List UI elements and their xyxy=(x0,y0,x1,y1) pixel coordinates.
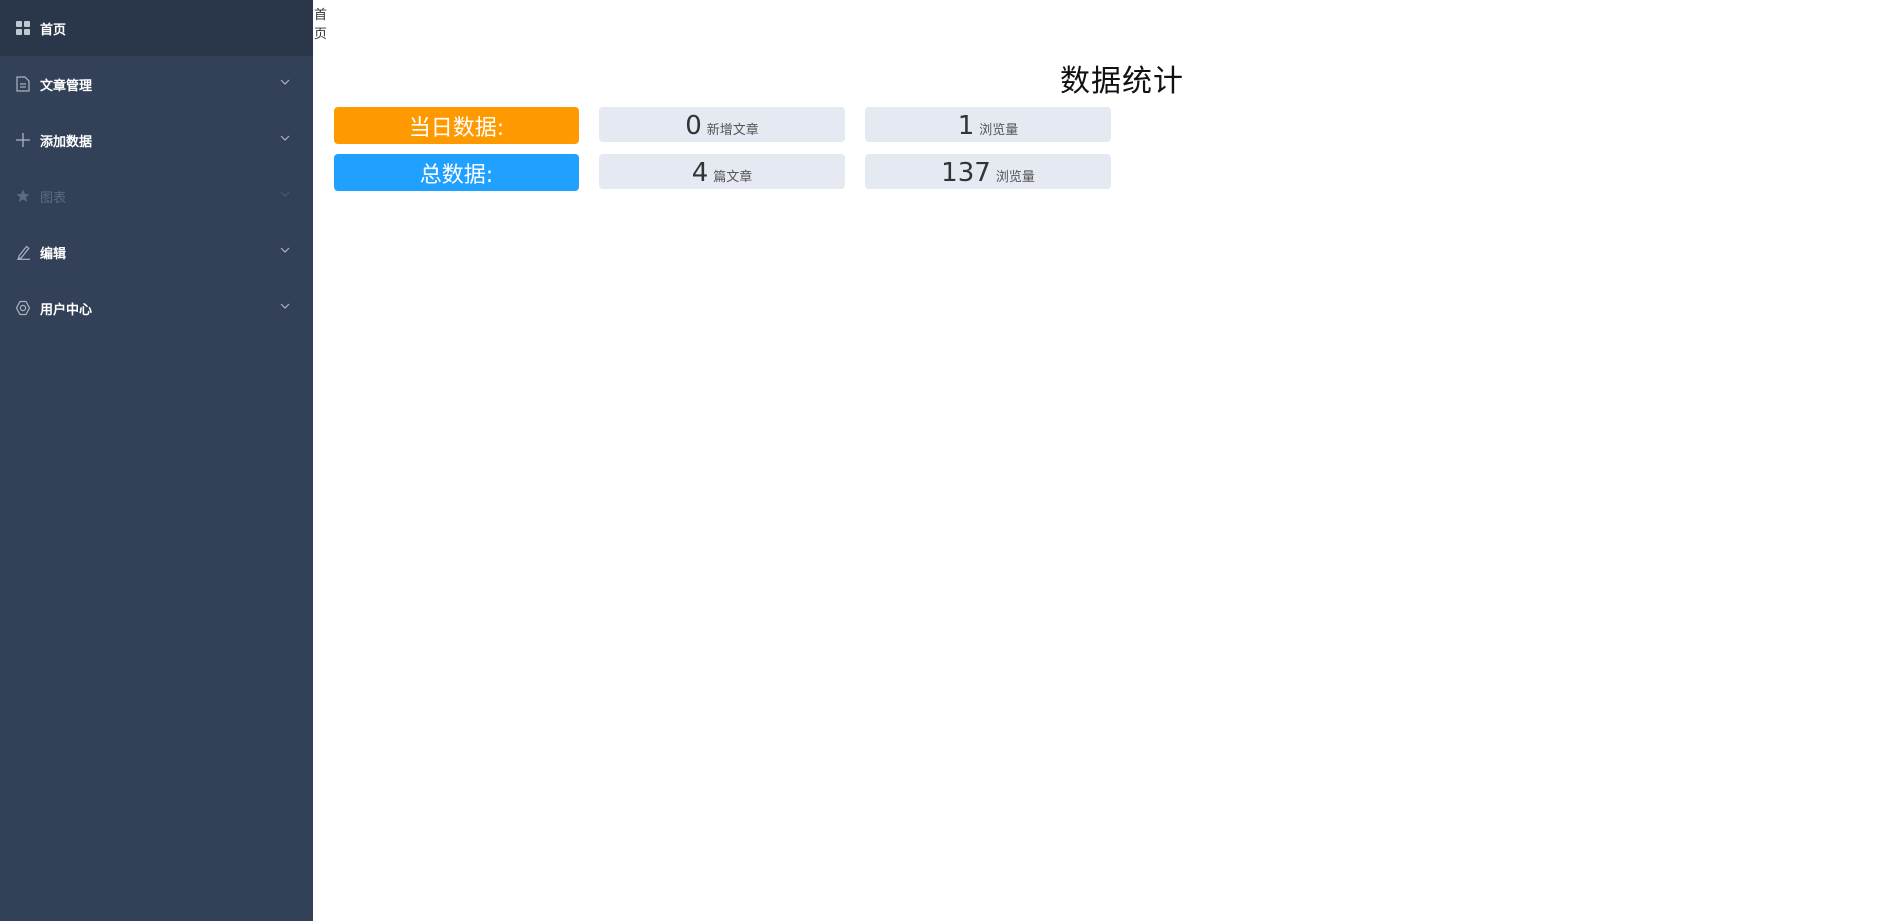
stat-value: 1 xyxy=(957,111,975,141)
stat-unit: 浏览量 xyxy=(995,170,1035,185)
sidebar-item-charts: 图表 xyxy=(0,168,313,224)
sidebar-item-label: 用户中心 xyxy=(40,302,93,318)
grid-icon xyxy=(14,19,32,37)
today-new-articles-card: 0 新增文章 xyxy=(599,107,845,142)
stat-unit: 浏览量 xyxy=(979,123,1019,138)
sidebar-item-label: 文章管理 xyxy=(40,78,93,94)
today-views-card: 1 浏览量 xyxy=(865,107,1111,142)
stat-value: 0 xyxy=(685,111,702,141)
plus-icon xyxy=(14,131,32,149)
sidebar-item-label: 添加数据 xyxy=(40,134,93,150)
sidebar-item-articles[interactable]: 文章管理 xyxy=(0,56,313,112)
chevron-down-icon xyxy=(280,191,290,197)
document-icon xyxy=(14,75,32,93)
breadcrumb: 首页 xyxy=(314,8,328,42)
total-articles-card: 4 篇文章 xyxy=(599,154,845,189)
stat-unit: 篇文章 xyxy=(713,170,753,185)
total-data-label: 总数据: xyxy=(334,154,579,191)
settings-icon xyxy=(14,299,32,317)
sidebar-item-add-data[interactable]: 添加数据 xyxy=(0,112,313,168)
sidebar-item-label: 首页 xyxy=(40,22,67,38)
sidebar-item-label: 编辑 xyxy=(40,246,67,262)
sidebar-item-edit[interactable]: 编辑 xyxy=(0,224,313,280)
edit-icon xyxy=(14,243,32,261)
chevron-down-icon xyxy=(280,303,290,309)
today-data-label: 当日数据: xyxy=(334,107,579,144)
page-title: 数据统计 xyxy=(1060,64,1184,99)
chevron-down-icon xyxy=(280,79,290,85)
chevron-down-icon xyxy=(280,247,290,253)
star-icon xyxy=(14,187,32,205)
stat-unit: 新增文章 xyxy=(706,123,759,138)
chevron-down-icon xyxy=(280,135,290,141)
total-views-card: 137 浏览量 xyxy=(865,154,1111,189)
stat-value: 137 xyxy=(941,158,991,188)
sidebar: 首页 文章管理 添加数据 图表 编辑 用户中心 xyxy=(0,0,313,921)
sidebar-item-user-center[interactable]: 用户中心 xyxy=(0,280,313,336)
sidebar-item-home[interactable]: 首页 xyxy=(0,0,313,56)
sidebar-item-label: 图表 xyxy=(40,190,67,206)
stat-value: 4 xyxy=(691,158,709,188)
